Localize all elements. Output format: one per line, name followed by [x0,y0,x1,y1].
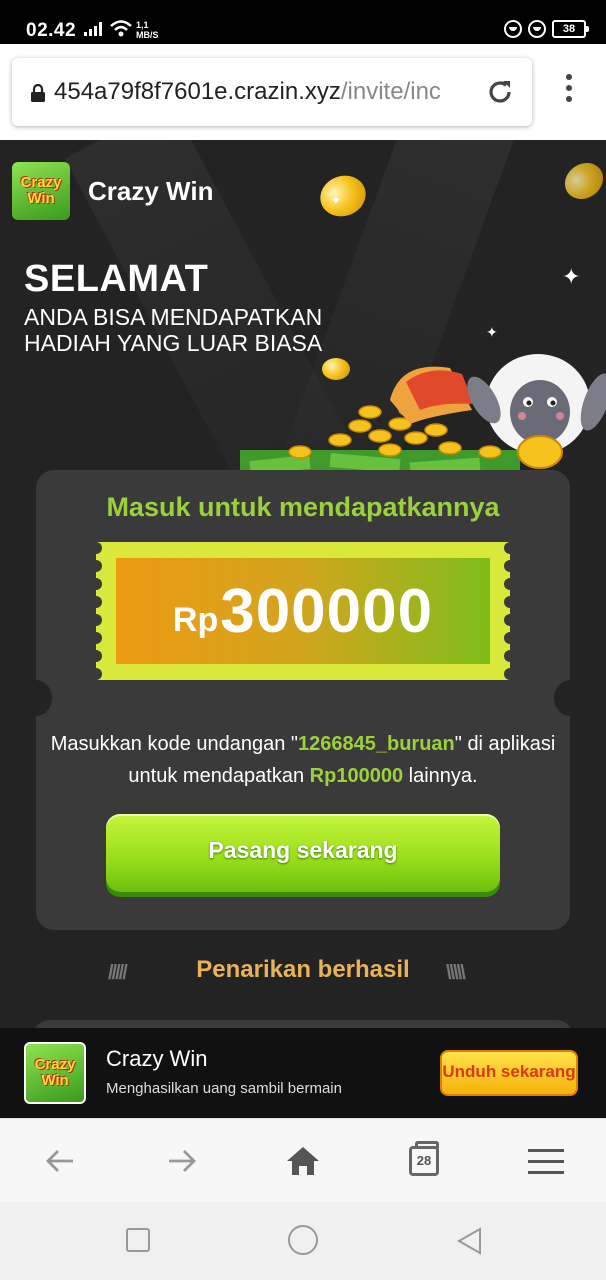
banner-logo-line-2: Win [41,1072,69,1089]
hamburger-menu-icon[interactable] [526,1141,566,1181]
banner-app-name: Crazy Win [106,1046,208,1071]
battery-icon: 38 [552,20,589,38]
home-circle-icon[interactable] [288,1225,318,1255]
back-arrow-icon[interactable] [40,1141,80,1181]
reward-value: 300000 [220,576,434,646]
recents-icon[interactable] [126,1228,150,1252]
download-banner: Crazy Win Crazy Win Menghasilkan uang sa… [0,1028,606,1118]
sparkle-icon: ✦ [562,264,581,289]
reload-icon[interactable] [484,76,516,108]
tabs-icon[interactable]: 28 [404,1141,444,1181]
reward-amount: Rp 300000 [116,558,490,664]
network-speed: 1,1 MB/S [136,20,159,40]
signal-icon [84,22,102,36]
url-host: 454a79f8f7601e.crazin.xyz [54,78,341,105]
reward-card: Masuk untuk mendapatkannya Rp 300000 Mas… [20,470,586,930]
url-path: /invite/inc [340,78,441,105]
install-now-button[interactable]: Pasang sekarang [106,814,500,892]
logo-line-1: Crazy [20,174,62,191]
tab-count: 28 [409,1141,439,1176]
reward-ticket: Rp 300000 [90,542,516,680]
net-speed-unit: MB/S [136,30,159,40]
reward-currency: Rp [172,600,219,639]
invite-instructions: Masukkan kode undangan "1266845_buruan" … [36,728,570,792]
url-text: 454a79f8f7601e.crazin.xyz/invite/inc [54,78,474,106]
ticket-edge-left [90,542,102,680]
invite-code: 1266845_buruan [298,733,455,755]
invite-suffix: lainnya. [403,765,478,787]
bonus-amount: Rp100000 [309,765,404,787]
status-bar: 02.42 1,1 MB/S 38 [0,0,606,44]
withdrawals-list [32,1020,574,1028]
data-saver-icon [504,20,522,38]
app-logo: Crazy Win [12,162,70,220]
logo-line-2: Win [27,190,55,207]
home-icon[interactable] [283,1141,323,1181]
browser-address-bar: 454a79f8f7601e.crazin.xyz/invite/inc [0,44,606,140]
card-notch-left [20,680,52,716]
gold-coin-icon [314,169,372,223]
banner-logo-line-1: Crazy [34,1056,76,1073]
browser-menu-dots-icon[interactable] [560,74,578,114]
system-navigation-bar [0,1202,606,1280]
download-now-button[interactable]: Unduh sekarang [440,1050,578,1096]
wifi-icon [110,20,132,37]
lock-icon [31,84,45,102]
banner-app-logo: Crazy Win [24,1042,86,1104]
hero-headline: SELAMAT [24,258,209,300]
withdrawals-title: Penarikan berhasil [196,956,410,983]
invite-page: Crazy Win Crazy Win ✦ ✦ ✦ SELAMAT ANDA B… [0,140,606,1028]
forward-arrow-icon[interactable] [162,1141,202,1181]
net-speed-value: 1,1 [136,20,149,30]
back-triangle-icon[interactable] [456,1226,484,1256]
status-time: 02.42 [26,20,77,41]
browser-toolbar: 28 [0,1118,606,1202]
gold-coin-icon [557,155,606,207]
treasure-mascot-illustration [240,354,606,480]
card-title: Masuk untuk mendapatkannya [106,492,500,522]
app-name: Crazy Win [88,176,214,206]
sparkle-icon: ✦ [330,192,342,208]
ticket-edge-right [504,542,516,680]
invite-prefix: Masukkan kode undangan " [50,733,299,755]
decor-slashes-right: \\\\\ [446,962,466,984]
vpn-lock-icon [528,20,546,38]
banner-tagline: Menghasilkan uang sambil bermain [106,1080,342,1097]
card-notch-right [554,680,586,716]
url-field[interactable]: 454a79f8f7601e.crazin.xyz/invite/inc [12,58,532,126]
sparkle-icon: ✦ [486,324,498,340]
